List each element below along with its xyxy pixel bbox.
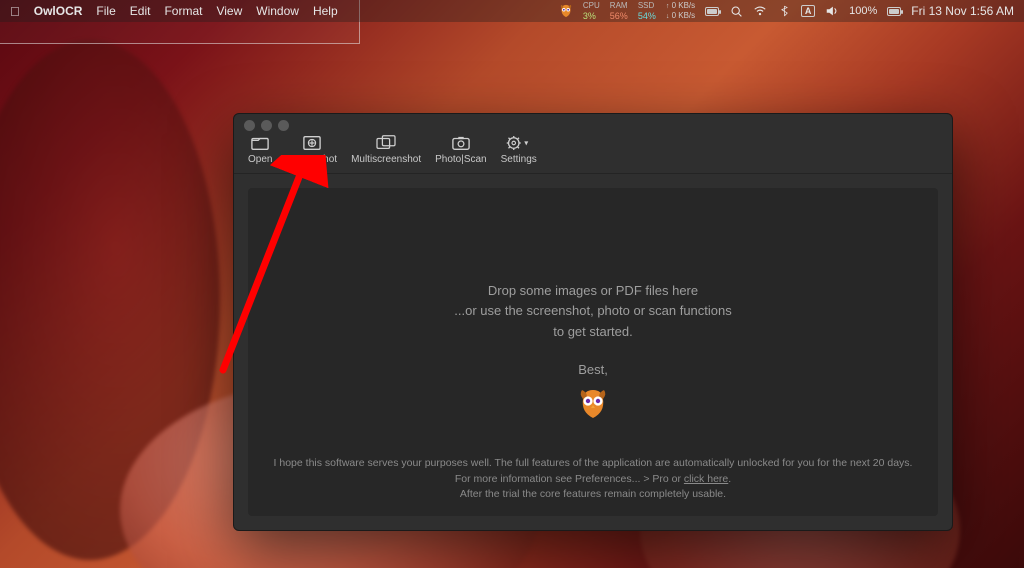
search-icon[interactable]	[729, 4, 743, 18]
drop-area[interactable]: Drop some images or PDF files here ...or…	[248, 188, 938, 516]
drop-signoff: Best,	[578, 360, 608, 380]
footer-line-1: I hope this software serves your purpose…	[268, 456, 918, 471]
menubar:  OwlOCR File Edit Format View Window He…	[0, 0, 1024, 22]
ram-value: 56%	[610, 11, 628, 21]
volume-icon[interactable]	[825, 4, 839, 18]
footer-line-2: For more information see Preferences... …	[268, 472, 918, 487]
menubar-app-name[interactable]: OwlOCR	[34, 4, 83, 18]
ssd-value: 54%	[638, 11, 656, 21]
footer-line-3: After the trial the core features remain…	[268, 487, 918, 502]
apple-menu-icon[interactable]: 	[10, 4, 20, 19]
window-titlebar[interactable]	[234, 114, 952, 128]
photoscan-button[interactable]: Photo|Scan	[429, 132, 493, 167]
open-button[interactable]: Open	[242, 132, 278, 167]
battery-menubar-icon[interactable]	[705, 4, 719, 18]
screenshot-label: Screenshot	[286, 154, 337, 165]
menu-window[interactable]: Window	[256, 4, 299, 18]
settings-button[interactable]: ▾ Settings	[495, 132, 543, 167]
settings-label: Settings	[501, 154, 537, 165]
owlocr-status-icon[interactable]	[559, 4, 573, 18]
input-source-indicator[interactable]: A	[801, 5, 815, 17]
chevron-down-icon: ▾	[524, 139, 528, 148]
drop-line-3: to get started.	[553, 322, 633, 342]
cpu-label: CPU	[583, 1, 600, 11]
screenshot-button[interactable]: Screenshot	[280, 132, 343, 167]
battery-icon[interactable]	[887, 4, 901, 18]
menubar-clock[interactable]: Fri 13 Nov 1:56 AM	[911, 4, 1014, 18]
menu-edit[interactable]: Edit	[130, 4, 151, 18]
window-toolbar: Open Screenshot Multiscreenshot Photo|Sc…	[234, 128, 952, 174]
menubar-right: CPU 3% RAM 56% SSD 54% ↑ 0 KB/s ↓ 0 KB/s…	[559, 1, 1014, 21]
menubar-left:  OwlOCR File Edit Format View Window He…	[10, 4, 338, 19]
multiscreenshot-label: Multiscreenshot	[351, 154, 421, 165]
click-here-link[interactable]: click here	[684, 473, 728, 485]
multiscreenshot-button[interactable]: Multiscreenshot	[345, 132, 427, 167]
trial-footer-note: I hope this software serves your purpose…	[248, 456, 938, 502]
cpu-value: 3%	[583, 11, 596, 21]
drop-line-1: Drop some images or PDF files here	[488, 281, 698, 301]
open-label: Open	[248, 154, 272, 165]
menu-help[interactable]: Help	[313, 4, 338, 18]
menu-file[interactable]: File	[96, 4, 115, 18]
ram-stat[interactable]: RAM 56%	[610, 1, 628, 21]
net-down: ↓ 0 KB/s	[666, 11, 695, 21]
owlocr-window: Open Screenshot Multiscreenshot Photo|Sc…	[233, 113, 953, 531]
bluetooth-icon[interactable]	[777, 4, 791, 18]
ssd-stat[interactable]: SSD 54%	[638, 1, 656, 21]
photoscan-label: Photo|Scan	[435, 154, 487, 165]
owl-logo-icon	[577, 380, 609, 423]
drop-line-2: ...or use the screenshot, photo or scan …	[454, 301, 732, 321]
wifi-icon[interactable]	[753, 4, 767, 18]
cpu-stat[interactable]: CPU 3%	[583, 1, 600, 21]
menu-format[interactable]: Format	[164, 4, 202, 18]
ram-label: RAM	[610, 1, 628, 11]
menu-view[interactable]: View	[216, 4, 242, 18]
ssd-label: SSD	[638, 1, 654, 11]
battery-percent[interactable]: 100%	[849, 5, 877, 17]
network-stat[interactable]: ↑ 0 KB/s ↓ 0 KB/s	[666, 1, 695, 21]
net-up: ↑ 0 KB/s	[666, 1, 695, 11]
